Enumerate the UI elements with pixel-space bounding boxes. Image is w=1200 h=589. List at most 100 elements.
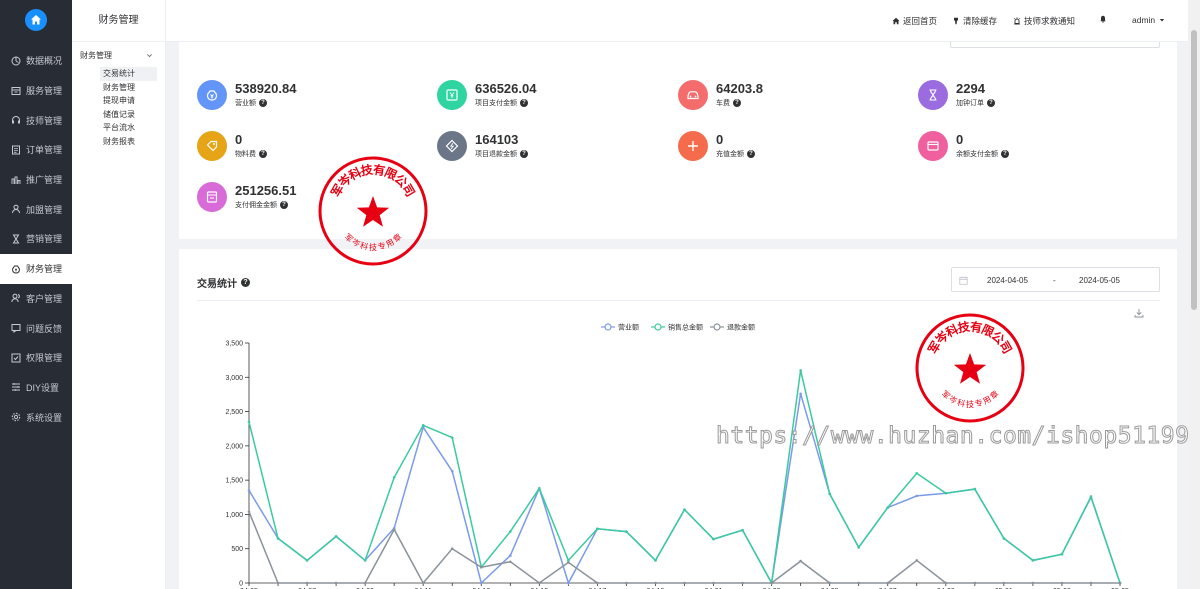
series-point xyxy=(1002,537,1006,540)
series-point xyxy=(509,530,512,533)
sidebar-item-10[interactable]: 权限管理 xyxy=(0,343,72,373)
subnav-item-4[interactable]: 平台流水 xyxy=(100,121,157,135)
series-point xyxy=(915,471,919,475)
sidebar-item-6[interactable]: 营销管理 xyxy=(0,224,72,254)
series-point xyxy=(799,392,802,396)
top-date-input[interactable] xyxy=(950,42,1160,48)
date-range-picker[interactable]: 2024-04-05 - 2024-05-05 xyxy=(951,267,1160,292)
series-point xyxy=(305,559,309,562)
stat-value: 0 xyxy=(716,132,724,147)
main-sidebar: 数据概况 服务管理技师管理订单管理推广管理加盟管理营销管理 财务管理 客户管理 问题反馈… xyxy=(0,0,72,589)
sub-sidebar-title: 财务管理 xyxy=(72,0,165,42)
alarm-icon xyxy=(1013,17,1021,25)
sub-sidebar: 财务管理 财务管理 交易统计 财务管理 提现申请 储值记录 平台流水 财务报表 xyxy=(72,0,166,589)
help-icon[interactable]: ? xyxy=(520,150,528,158)
home-logo-icon[interactable] xyxy=(25,9,47,31)
stat-item: 0 充值金额? xyxy=(678,131,755,161)
stamp-bottom-char: 技 xyxy=(966,399,974,409)
series-point xyxy=(770,581,773,585)
series-point xyxy=(363,581,367,585)
stat-item: 2294 加钟订单? xyxy=(918,80,995,110)
subnav-item-3[interactable]: 储值记录 xyxy=(100,108,157,122)
sidebar-item-2[interactable]: 技师管理 xyxy=(0,105,72,135)
back-home-link[interactable]: 返回首页 xyxy=(892,15,937,27)
stat-label: 物料费 xyxy=(235,151,256,158)
series-point xyxy=(1060,581,1064,585)
series-point xyxy=(1089,581,1093,585)
bell-icon xyxy=(1100,15,1106,23)
stat-item: 0 余额支付金额? xyxy=(918,131,1009,161)
series-point xyxy=(973,581,977,585)
recharge-icon xyxy=(678,131,708,161)
help-icon[interactable]: ? xyxy=(241,278,250,287)
sidebar-item-3[interactable]: 订单管理 xyxy=(0,135,72,165)
help-icon[interactable]: ? xyxy=(259,150,267,158)
series-point xyxy=(509,554,512,557)
series-point xyxy=(538,581,541,585)
help-icon[interactable]: ? xyxy=(987,99,995,107)
sidebar-item-11[interactable]: DIY设置 xyxy=(0,373,72,403)
service-icon xyxy=(11,86,21,96)
series-point xyxy=(712,581,715,585)
help-icon[interactable]: ? xyxy=(280,201,288,209)
sidebar-item-1[interactable]: 服务管理 xyxy=(0,76,72,106)
stat-value: 164103 xyxy=(475,132,519,147)
sidebar-item-0[interactable]: 数据概况 xyxy=(0,46,72,76)
yen-card-icon xyxy=(437,80,467,110)
subnav-group-finance[interactable]: 财务管理 xyxy=(72,42,165,67)
sidebar-item-9[interactable]: 问题反馈 xyxy=(0,313,72,343)
date-end[interactable]: 2024-05-05 xyxy=(1079,276,1120,285)
money-bag-icon xyxy=(197,80,227,110)
trade-stats-card: 交易统计 ? 2024-04-05 - 2024-05-05 0 500 1,000… xyxy=(179,249,1177,589)
y-tick-label: 3,500 xyxy=(225,341,243,348)
stat-label: 车费 xyxy=(716,100,730,107)
help-icon[interactable]: ? xyxy=(1001,150,1009,158)
help-icon[interactable]: ? xyxy=(520,99,528,107)
sidebar-item-label: 技师管理 xyxy=(26,115,63,126)
y-tick-label: 2,500 xyxy=(225,409,243,416)
scrollbar-thumb[interactable] xyxy=(1191,30,1197,310)
diy-icon xyxy=(11,382,21,392)
sidebar-item-label: 加盟管理 xyxy=(26,204,63,215)
y-tick-label: 1,000 xyxy=(225,512,243,519)
series-point xyxy=(1118,581,1122,585)
sidebar-item-5[interactable]: 加盟管理 xyxy=(0,194,72,224)
sidebar-item-4[interactable]: 推广管理 xyxy=(0,165,72,195)
series-point xyxy=(479,581,483,585)
stat-label: 充值金额 xyxy=(716,151,744,158)
finance-icon xyxy=(11,264,21,274)
sidebar-item-12[interactable]: 系统设置 xyxy=(0,402,72,432)
notification-bell[interactable] xyxy=(1099,15,1107,23)
sidebar-item-8[interactable]: 客户管理 xyxy=(0,284,72,314)
series-point xyxy=(247,510,251,513)
help-icon[interactable]: ? xyxy=(733,99,741,107)
date-start[interactable]: 2024-04-05 xyxy=(987,276,1028,285)
company-seal-stamp: 军岑科技有限公司军岑科技专用章 xyxy=(318,156,428,266)
series-point xyxy=(538,487,541,490)
stat-item: 164103 项目退款金额? xyxy=(437,131,528,161)
series-point xyxy=(276,581,280,585)
stat-value: 0 xyxy=(956,132,964,147)
legend-label: 销售总金额 xyxy=(668,323,703,332)
subnav-item-5[interactable]: 财务报表 xyxy=(100,135,157,149)
sidebar-item-label: 订单管理 xyxy=(26,145,63,156)
stat-value: 538920.84 xyxy=(235,81,297,96)
help-icon[interactable]: ? xyxy=(747,150,755,158)
series-point xyxy=(625,530,628,533)
stat-item: 64203.8 车费? xyxy=(678,80,763,110)
clear-cache-link[interactable]: 清除缓存 xyxy=(952,15,997,27)
user-menu[interactable]: admin xyxy=(1132,15,1166,25)
sidebar-item-7[interactable]: 财务管理 xyxy=(0,253,72,284)
marketing-icon xyxy=(11,234,21,244)
stat-label: 加钟订单 xyxy=(956,100,984,107)
series-point xyxy=(915,559,919,562)
subnav-item-0[interactable]: 交易统计 xyxy=(100,67,157,81)
customer-icon xyxy=(11,293,21,303)
subnav-item-1[interactable]: 财务管理 xyxy=(100,81,157,95)
sos-notice-link[interactable]: 技师求救通知 xyxy=(1013,15,1075,27)
subnav-item-2[interactable]: 提现申请 xyxy=(100,94,157,108)
stamp-bottom-char: 技 xyxy=(369,242,377,252)
series-point xyxy=(596,581,599,585)
page-scrollbar[interactable] xyxy=(1188,0,1200,589)
help-icon[interactable]: ? xyxy=(259,99,267,107)
